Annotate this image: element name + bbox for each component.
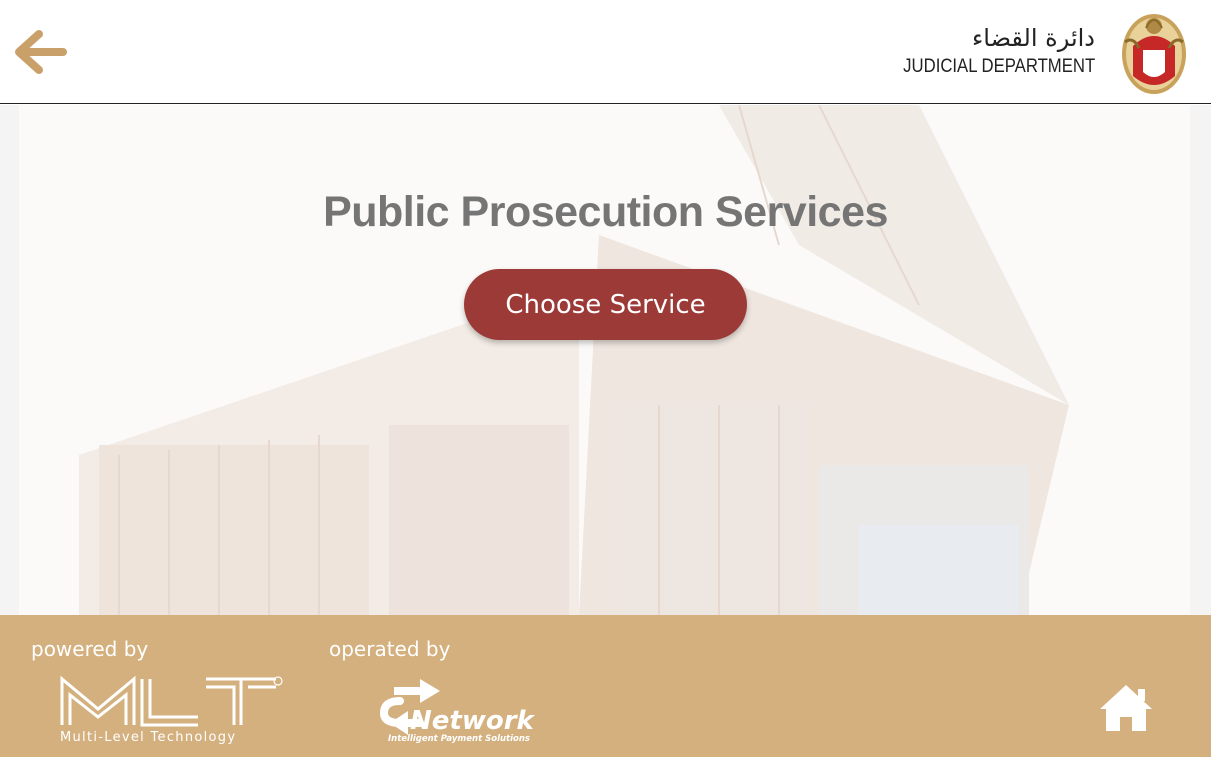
background-panel (19, 105, 1190, 615)
mlt-tagline: Multi-Level Technology (60, 730, 236, 745)
brand: دائرة القضاء JUDICIAL DEPARTMENT (877, 22, 1095, 80)
network-logo: Network Intelligent Payment Solutions (380, 679, 536, 744)
mlt-logo: Multi-Level Technology (60, 675, 283, 745)
brand-english-name: JUDICIAL DEPARTMENT (902, 56, 1095, 77)
falcon-emblem-icon (1122, 14, 1186, 94)
courthouse-background-image (79, 105, 1069, 615)
network-tagline: Intelligent Payment Solutions (388, 734, 530, 744)
page-title: Public Prosecution Services (323, 188, 888, 236)
back-button[interactable] (8, 26, 68, 78)
main-area (0, 105, 1211, 615)
network-logo-text: Network (410, 706, 536, 736)
back-arrow-icon[interactable] (9, 28, 67, 76)
home-icon[interactable] (1098, 681, 1154, 733)
header: دائرة القضاء JUDICIAL DEPARTMENT (0, 0, 1211, 104)
footer: powered by operated by Multi-Level Techn… (0, 615, 1211, 757)
brand-arabic-name: دائرة القضاء (971, 24, 1095, 52)
operated-by-label: operated by (329, 637, 451, 661)
choose-service-button[interactable]: Choose Service (464, 269, 747, 340)
powered-by-label: powered by (31, 637, 149, 661)
